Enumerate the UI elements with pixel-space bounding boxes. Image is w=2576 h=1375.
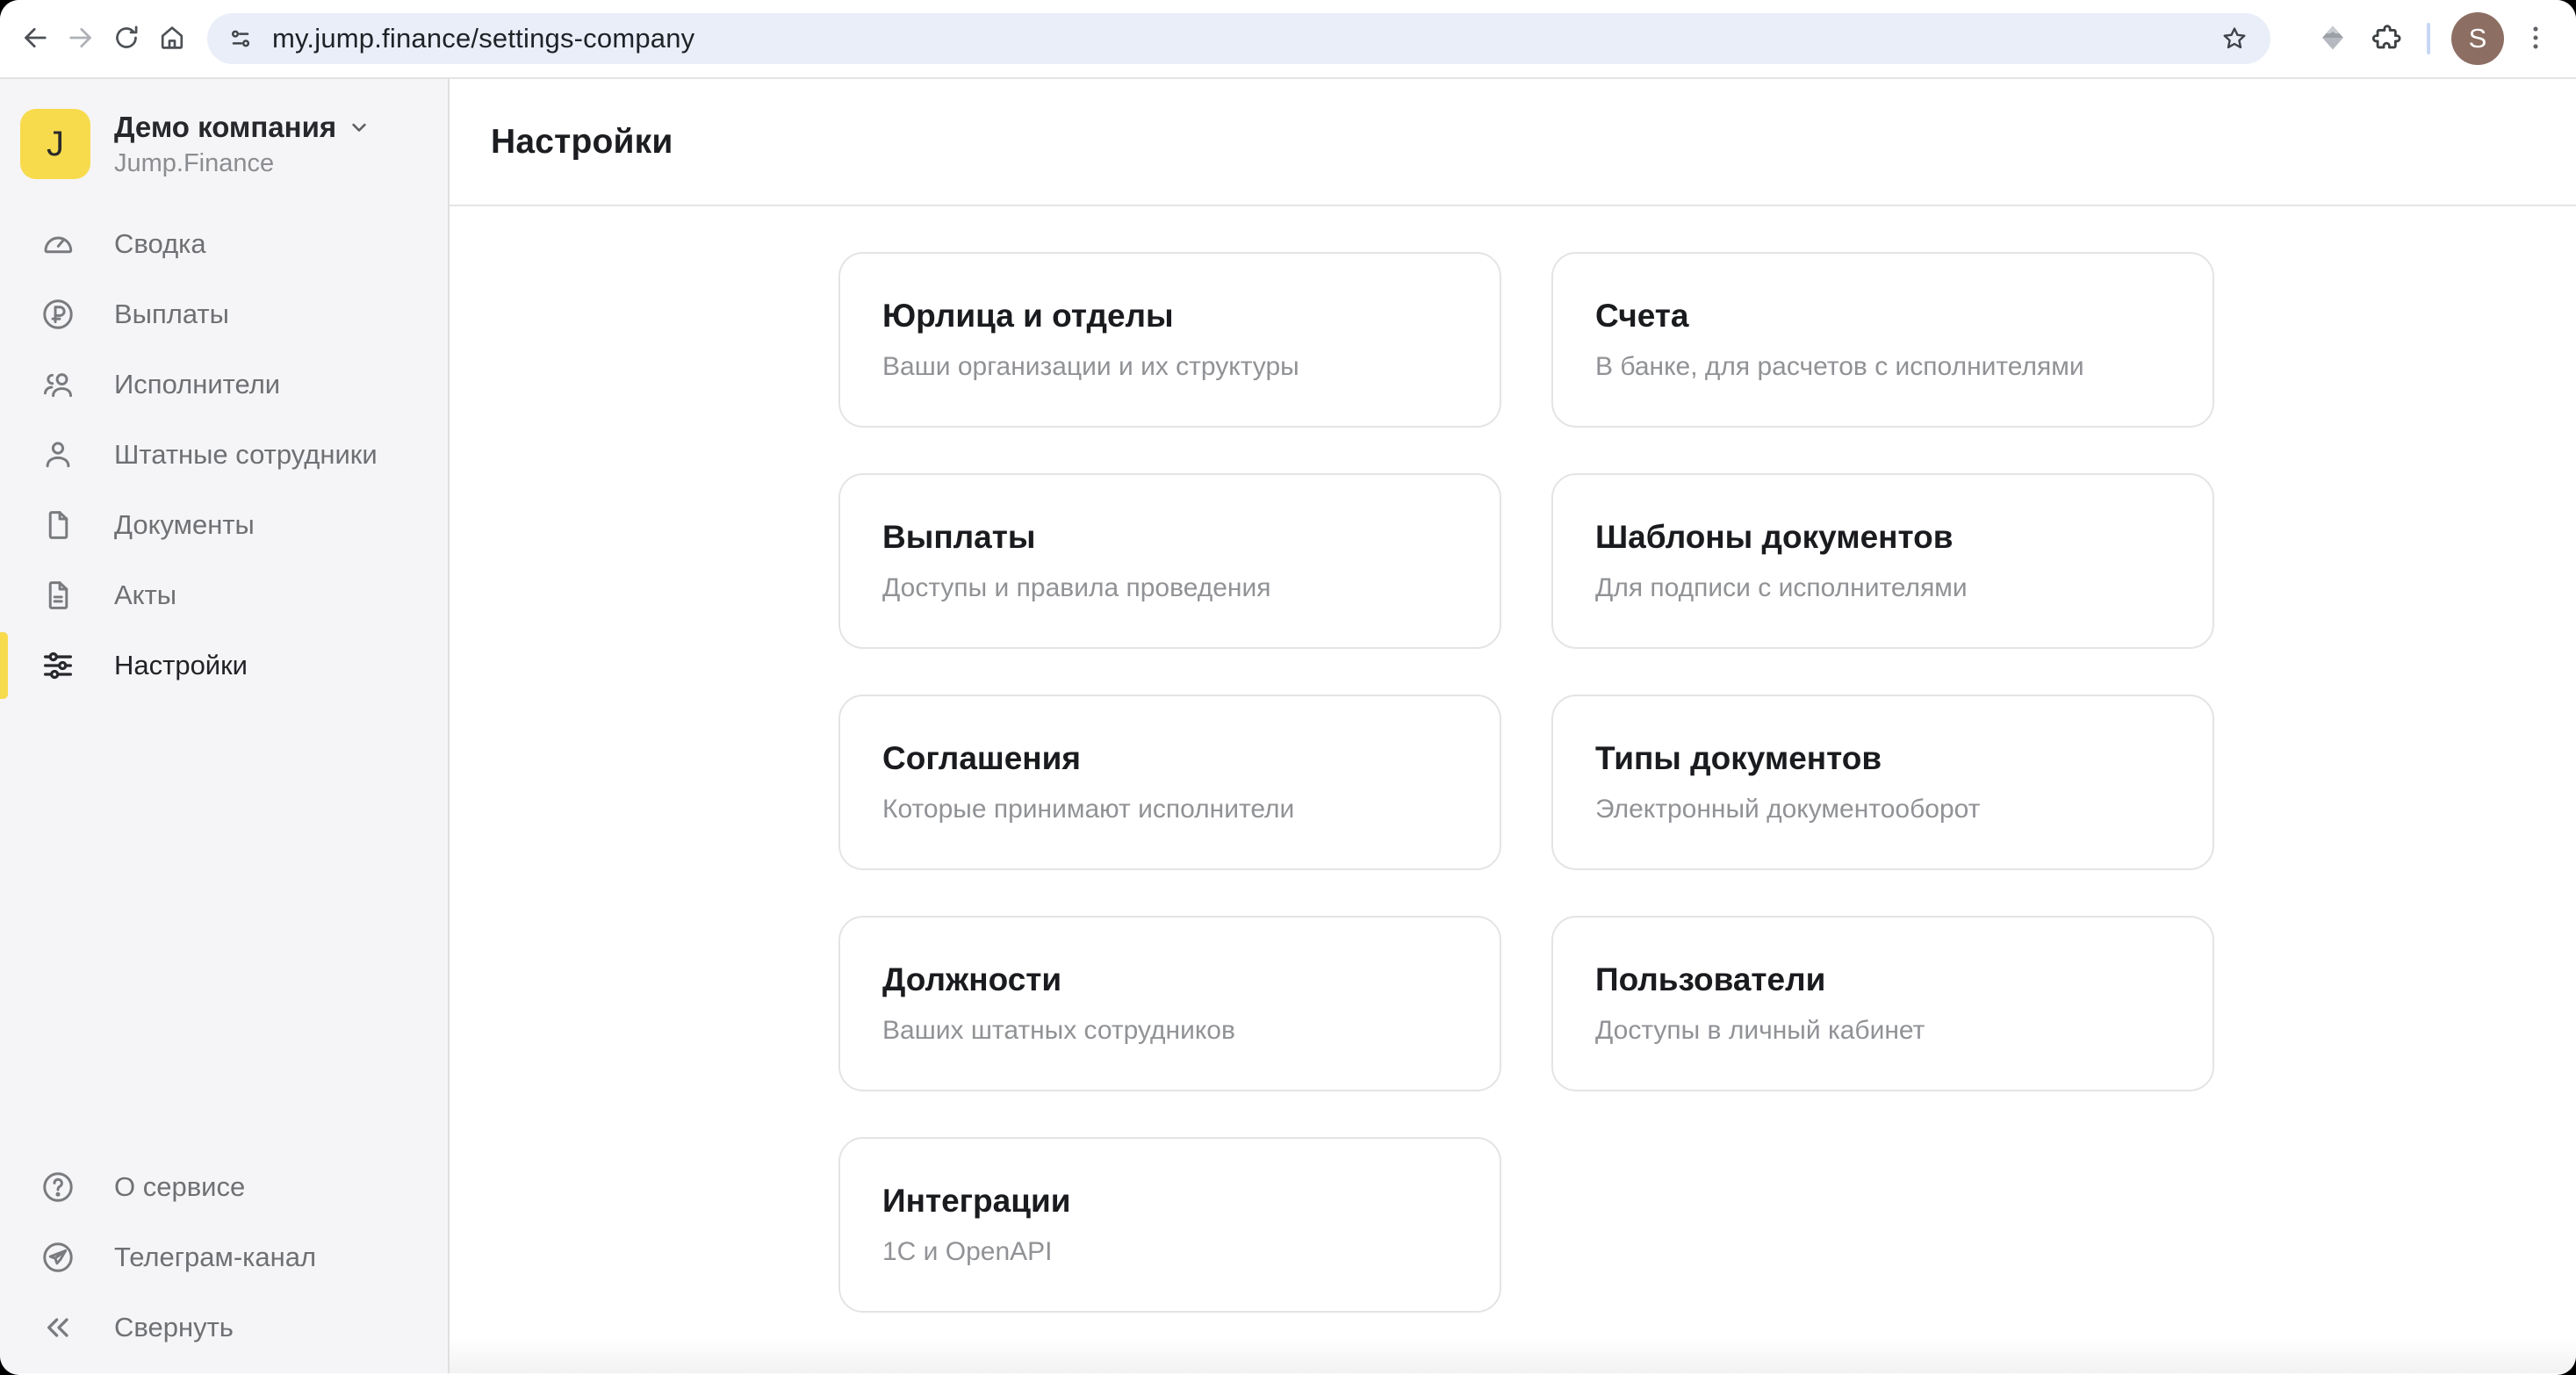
card-scheta[interactable]: Счета В банке, для расчетов с исполнител… [1551, 252, 2214, 428]
company-product: Jump.Finance [114, 149, 371, 178]
bookmark-star-icon[interactable] [2214, 18, 2255, 59]
settings-cards-grid: Юрлица и отделы Ваши организации и их ст… [838, 252, 2576, 1313]
dashboard-gauge-icon [40, 226, 76, 263]
url-bar[interactable]: my.jump.finance/settings-company [207, 13, 2270, 64]
kebab-menu-icon [2520, 22, 2551, 56]
card-title: Пользователи [1595, 961, 2213, 998]
page-header: Настройки [450, 79, 2576, 206]
card-title: Соглашения [882, 740, 1500, 777]
card-soglasheniya[interactable]: Соглашения Которые принимают исполнители [838, 695, 1501, 870]
forward-button[interactable] [60, 18, 102, 60]
telegram-icon [40, 1239, 76, 1276]
card-yurlitsa-i-otdely[interactable]: Юрлица и отделы Ваши организации и их ст… [838, 252, 1501, 428]
company-meta: Демо компания Jump.Finance [114, 111, 371, 178]
back-button[interactable] [14, 18, 56, 60]
sidebar-item-o-servise[interactable]: О сервисе [0, 1152, 448, 1222]
card-title: Должности [882, 961, 1500, 998]
sidebar-item-akty[interactable]: Акты [0, 560, 448, 630]
help-circle-icon [40, 1169, 76, 1206]
sidebar-item-nastroyki[interactable]: Настройки [0, 630, 448, 701]
reload-icon [111, 22, 142, 56]
sidebar-spacer [0, 701, 448, 1152]
collapse-icon [40, 1309, 76, 1346]
page-title: Настройки [491, 123, 673, 162]
card-subtitle: Доступы в личный кабинет [1595, 1016, 2213, 1046]
extensions-button[interactable] [2365, 17, 2409, 61]
card-vyplaty[interactable]: Выплаты Доступы и правила проведения [838, 473, 1501, 649]
toolbar-divider [2427, 23, 2430, 54]
card-subtitle: В банке, для расчетов с исполнителями [1595, 352, 2213, 382]
card-dolzhnosti[interactable]: Должности Ваших штатных сотрудников [838, 916, 1501, 1091]
diamond-extension-icon [2316, 21, 2349, 57]
card-subtitle: Доступы и правила проведения [882, 573, 1500, 603]
document-icon [40, 507, 76, 544]
card-tipy-dokumentov[interactable]: Типы документов Электронный документообо… [1551, 695, 2214, 870]
profile-avatar[interactable]: S [2451, 12, 2504, 65]
url-text[interactable]: my.jump.finance/settings-company [272, 23, 2214, 54]
puzzle-icon [2371, 21, 2404, 57]
company-logo: J [20, 109, 90, 179]
company-name: Демо компания [114, 111, 336, 144]
sidebar-footer: О сервисе Телеграм-канал Свернуть [0, 1152, 448, 1363]
card-subtitle: Которые принимают исполнители [882, 795, 1500, 824]
card-subtitle: Для подписи с исполнителями [1595, 573, 2213, 603]
browser-window: my.jump.finance/settings-company S J Дем [0, 0, 2576, 1375]
browser-menu-button[interactable] [2515, 18, 2557, 60]
card-subtitle: Ваши организации и их структуры [882, 352, 1500, 382]
people-icon [40, 366, 76, 403]
extension-diamond-button[interactable] [2311, 17, 2355, 61]
card-integratsii[interactable]: Интеграции 1С и OpenAPI [838, 1137, 1501, 1313]
reload-button[interactable] [105, 18, 148, 60]
site-settings-icon[interactable] [221, 19, 260, 58]
main-content: Настройки Юрлица и отделы Ваши организац… [450, 79, 2576, 1373]
home-button[interactable] [151, 18, 193, 60]
card-shablony-dokumentov[interactable]: Шаблоны документов Для подписи с исполни… [1551, 473, 2214, 649]
document-lines-icon [40, 577, 76, 614]
sidebar-item-svodka[interactable]: Сводка [0, 209, 448, 279]
sidebar-item-collapse[interactable]: Свернуть [0, 1292, 448, 1363]
chevron-down-icon [347, 115, 371, 140]
back-icon [19, 22, 51, 56]
bottom-fade [450, 1336, 2576, 1373]
app-layout: J Демо компания Jump.Finance Сводка Выпл… [0, 79, 2576, 1373]
sidebar-item-shtatnye-sotrudniki[interactable]: Штатные сотрудники [0, 420, 448, 490]
sidebar-item-vyplaty[interactable]: Выплаты [0, 279, 448, 349]
sidebar: J Демо компания Jump.Finance Сводка Выпл… [0, 79, 450, 1373]
card-title: Юрлица и отделы [882, 298, 1500, 335]
browser-toolbar: my.jump.finance/settings-company S [0, 0, 2576, 79]
active-indicator [0, 632, 8, 699]
card-subtitle: Электронный документооборот [1595, 795, 2213, 824]
card-subtitle: 1С и OpenAPI [882, 1237, 1500, 1267]
ruble-circle-icon [40, 296, 76, 333]
sidebar-nav: Сводка Выплаты Исполнители Штатные сотру… [0, 209, 448, 701]
card-title: Интеграции [882, 1183, 1500, 1220]
card-title: Типы документов [1595, 740, 2213, 777]
sidebar-item-telegram[interactable]: Телеграм-канал [0, 1222, 448, 1292]
sidebar-item-ispolniteli[interactable]: Исполнители [0, 349, 448, 420]
person-icon [40, 436, 76, 473]
company-switcher[interactable]: J Демо компания Jump.Finance [0, 79, 448, 179]
card-polzovateli[interactable]: Пользователи Доступы в личный кабинет [1551, 916, 2214, 1091]
card-title: Шаблоны документов [1595, 519, 2213, 556]
home-icon [156, 22, 188, 56]
card-title: Выплаты [882, 519, 1500, 556]
sliders-icon [40, 647, 76, 684]
card-title: Счета [1595, 298, 2213, 335]
sidebar-item-dokumenty[interactable]: Документы [0, 490, 448, 560]
forward-icon [65, 22, 97, 56]
card-subtitle: Ваших штатных сотрудников [882, 1016, 1500, 1046]
